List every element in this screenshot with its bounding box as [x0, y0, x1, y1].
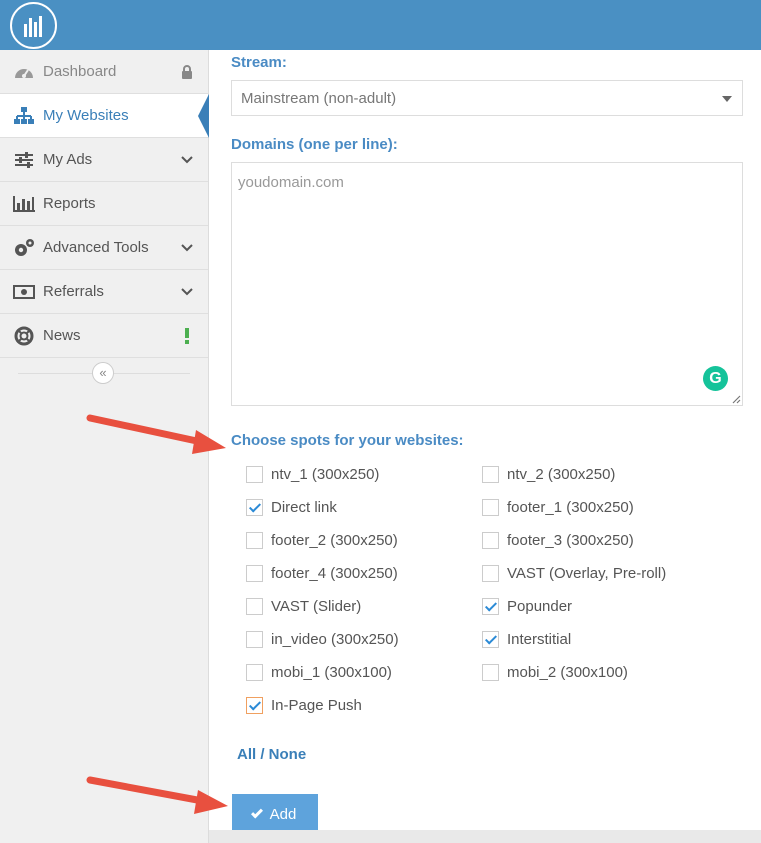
annotation-arrow-icon [86, 776, 228, 814]
resize-handle-icon[interactable] [731, 394, 741, 404]
sidebar-item-label: My Ads [43, 151, 93, 168]
checkbox[interactable] [246, 663, 263, 681]
spot-label: Direct link [271, 498, 337, 516]
stream-select-value: Mainstream (non-adult) [241, 90, 397, 107]
check-icon [250, 805, 263, 819]
lock-icon [180, 63, 194, 81]
checkbox[interactable] [246, 696, 263, 714]
checkbox[interactable] [246, 531, 263, 549]
spot-checkbox[interactable]: footer_4 (300x250) [246, 562, 398, 584]
spot-checkbox[interactable]: VAST (Slider) [246, 595, 361, 617]
spot-checkbox[interactable]: footer_3 (300x250) [482, 529, 634, 551]
sidebar-item-label: Referrals [43, 283, 104, 300]
add-button-label: Add [269, 805, 297, 823]
sidebar-item-label: Advanced Tools [43, 239, 149, 256]
sidebar-item-my-ads[interactable]: My Ads [0, 138, 208, 182]
stream-select[interactable]: Mainstream (non-adult) [231, 80, 743, 116]
spot-label: footer_1 (300x250) [507, 498, 634, 516]
sitemap-icon [13, 106, 35, 126]
domains-label: Domains (one per line): [231, 136, 398, 153]
spot-checkbox[interactable]: Direct link [246, 496, 337, 518]
chevron-down-icon [180, 283, 194, 301]
domains-placeholder: youdomain.com [238, 174, 344, 191]
logo-icon[interactable] [10, 2, 57, 49]
checkbox[interactable] [482, 465, 499, 483]
spot-label: Interstitial [507, 630, 572, 648]
spot-label: ntv_1 (300x250) [271, 465, 380, 483]
sidebar-item-label: Reports [43, 195, 96, 212]
spot-label: footer_4 (300x250) [271, 564, 398, 582]
checkbox[interactable] [482, 597, 499, 615]
collapse-sidebar-button[interactable]: « [92, 362, 114, 384]
checkbox[interactable] [246, 498, 263, 516]
domains-textarea[interactable]: youdomain.com [231, 162, 743, 406]
checkbox[interactable] [482, 630, 499, 648]
gears-icon [13, 238, 35, 258]
spot-checkbox[interactable]: ntv_2 (300x250) [482, 463, 615, 485]
sidebar-item-advanced-tools[interactable]: Advanced Tools [0, 226, 208, 270]
bar-chart-icon [13, 194, 35, 214]
checkbox[interactable] [246, 564, 263, 582]
checkbox[interactable] [246, 465, 263, 483]
spot-label: footer_3 (300x250) [507, 531, 634, 549]
spot-checkbox[interactable]: VAST (Overlay, Pre-roll) [482, 562, 666, 584]
sidebar-collapse-row: « [0, 358, 208, 388]
chevron-down-icon [180, 239, 194, 257]
active-marker [198, 94, 209, 138]
sidebar-item-my-websites[interactable]: My Websites [0, 94, 209, 138]
checkbox[interactable] [246, 597, 263, 615]
top-bar [0, 0, 761, 50]
spot-label: footer_2 (300x250) [271, 531, 398, 549]
checkbox[interactable] [482, 564, 499, 582]
spot-checkbox[interactable]: footer_1 (300x250) [482, 496, 634, 518]
add-button[interactable]: Add [232, 794, 318, 834]
spot-label: ntv_2 (300x250) [507, 465, 616, 483]
speedometer-icon [13, 62, 35, 82]
spot-checkbox[interactable]: in_video (300x250) [246, 628, 399, 650]
checkbox[interactable] [482, 531, 499, 549]
grammarly-icon[interactable]: G [703, 366, 728, 391]
spot-checkbox[interactable]: In-Page Push [246, 694, 362, 716]
spots-label: Choose spots for your websites: [231, 432, 464, 449]
spot-checkbox[interactable]: mobi_2 (300x100) [482, 661, 628, 683]
spot-checkbox[interactable]: ntv_1 (300x250) [246, 463, 379, 485]
exclamation-icon [180, 327, 194, 345]
checkbox[interactable] [482, 663, 499, 681]
sidebar-item-reports[interactable]: Reports [0, 182, 208, 226]
footer-bar [209, 830, 761, 843]
spot-label: Popunder [507, 597, 573, 615]
spot-label: VAST (Slider) [271, 597, 362, 615]
sidebar-item-dashboard[interactable]: Dashboard [0, 50, 208, 94]
spot-checkbox[interactable]: mobi_1 (300x100) [246, 661, 392, 683]
sidebar-item-label: News [43, 327, 81, 344]
sidebar-item-referrals[interactable]: Referrals [0, 270, 208, 314]
spot-label: mobi_2 (300x100) [507, 663, 628, 681]
life-ring-icon [13, 326, 35, 346]
sidebar-item-label: My Websites [43, 107, 129, 124]
sidebar-item-label: Dashboard [43, 63, 117, 80]
checkbox[interactable] [482, 498, 499, 516]
spot-checkbox[interactable]: footer_2 (300x250) [246, 529, 398, 551]
annotation-arrow-icon [86, 414, 226, 454]
checkbox[interactable] [246, 630, 263, 648]
spot-checkbox[interactable]: Interstitial [482, 628, 571, 650]
spot-label: In-Page Push [271, 696, 362, 714]
spot-label: mobi_1 (300x100) [271, 663, 392, 681]
sliders-icon [13, 150, 35, 170]
sidebar-item-news[interactable]: News [0, 314, 208, 358]
caret-down-icon [722, 96, 732, 102]
spot-label: in_video (300x250) [271, 630, 399, 648]
stream-label: Stream: [231, 54, 287, 71]
all-none-link[interactable]: All / None [237, 746, 306, 763]
spot-label: VAST (Overlay, Pre-roll) [507, 564, 667, 582]
chevron-down-icon [180, 151, 194, 169]
money-icon [13, 282, 35, 302]
spot-checkbox[interactable]: Popunder [482, 595, 572, 617]
